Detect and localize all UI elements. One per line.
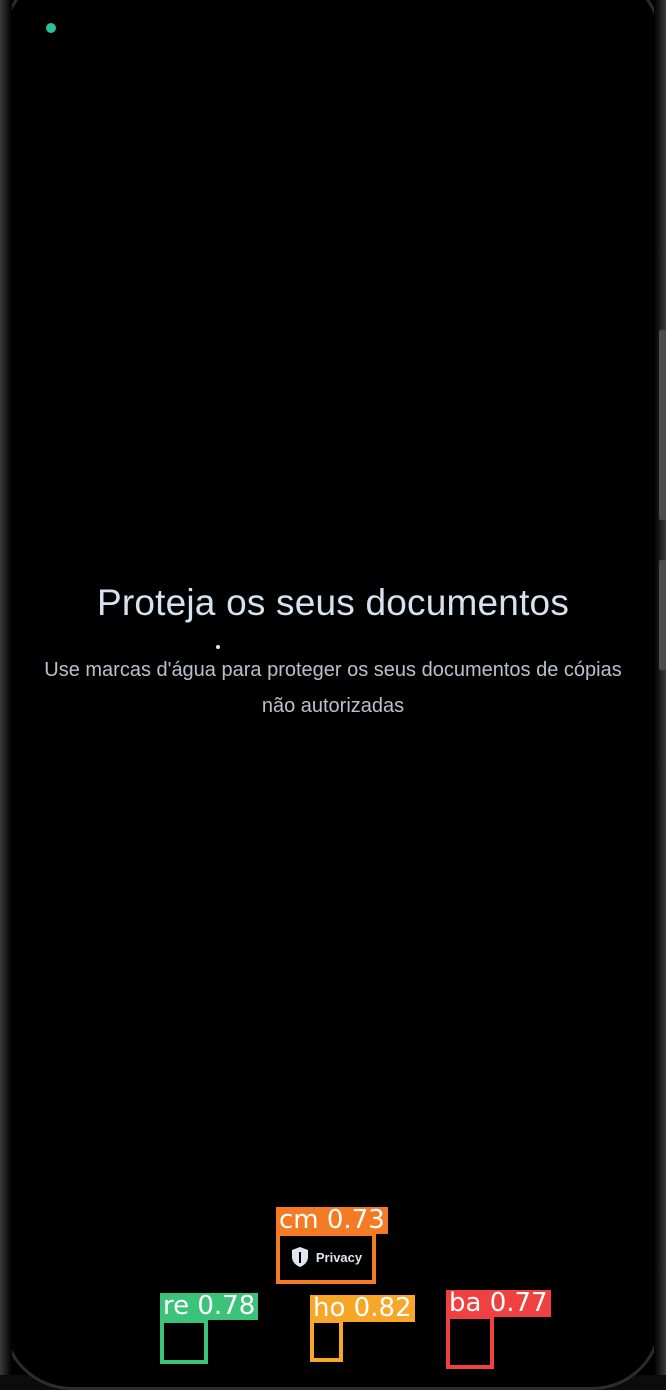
- page-indicator-dot: [216, 645, 220, 649]
- notification-led: [46, 23, 56, 33]
- page-title: Proteja os seus documentos: [96, 582, 570, 623]
- page-description: Use marcas d'água para proteger os seus …: [44, 659, 622, 717]
- detection-tag-ba: ba 0.77: [446, 1290, 551, 1317]
- detection-tag-re: re 0.78: [160, 1293, 259, 1320]
- detection-tag-cm: cm 0.73: [276, 1207, 388, 1234]
- phone-screen: Proteja os seus documentos Use marcas d'…: [0, 0, 666, 1390]
- back-key[interactable]: [446, 1315, 494, 1369]
- volume-button: [659, 330, 666, 520]
- bezel-right: [654, 0, 666, 1375]
- home-key[interactable]: [310, 1319, 343, 1362]
- bezel-left: [0, 0, 12, 1375]
- detection-tag-ho: ho 0.82: [310, 1295, 415, 1322]
- detection-box-cm: [276, 1232, 376, 1284]
- recents-key[interactable]: [160, 1319, 208, 1364]
